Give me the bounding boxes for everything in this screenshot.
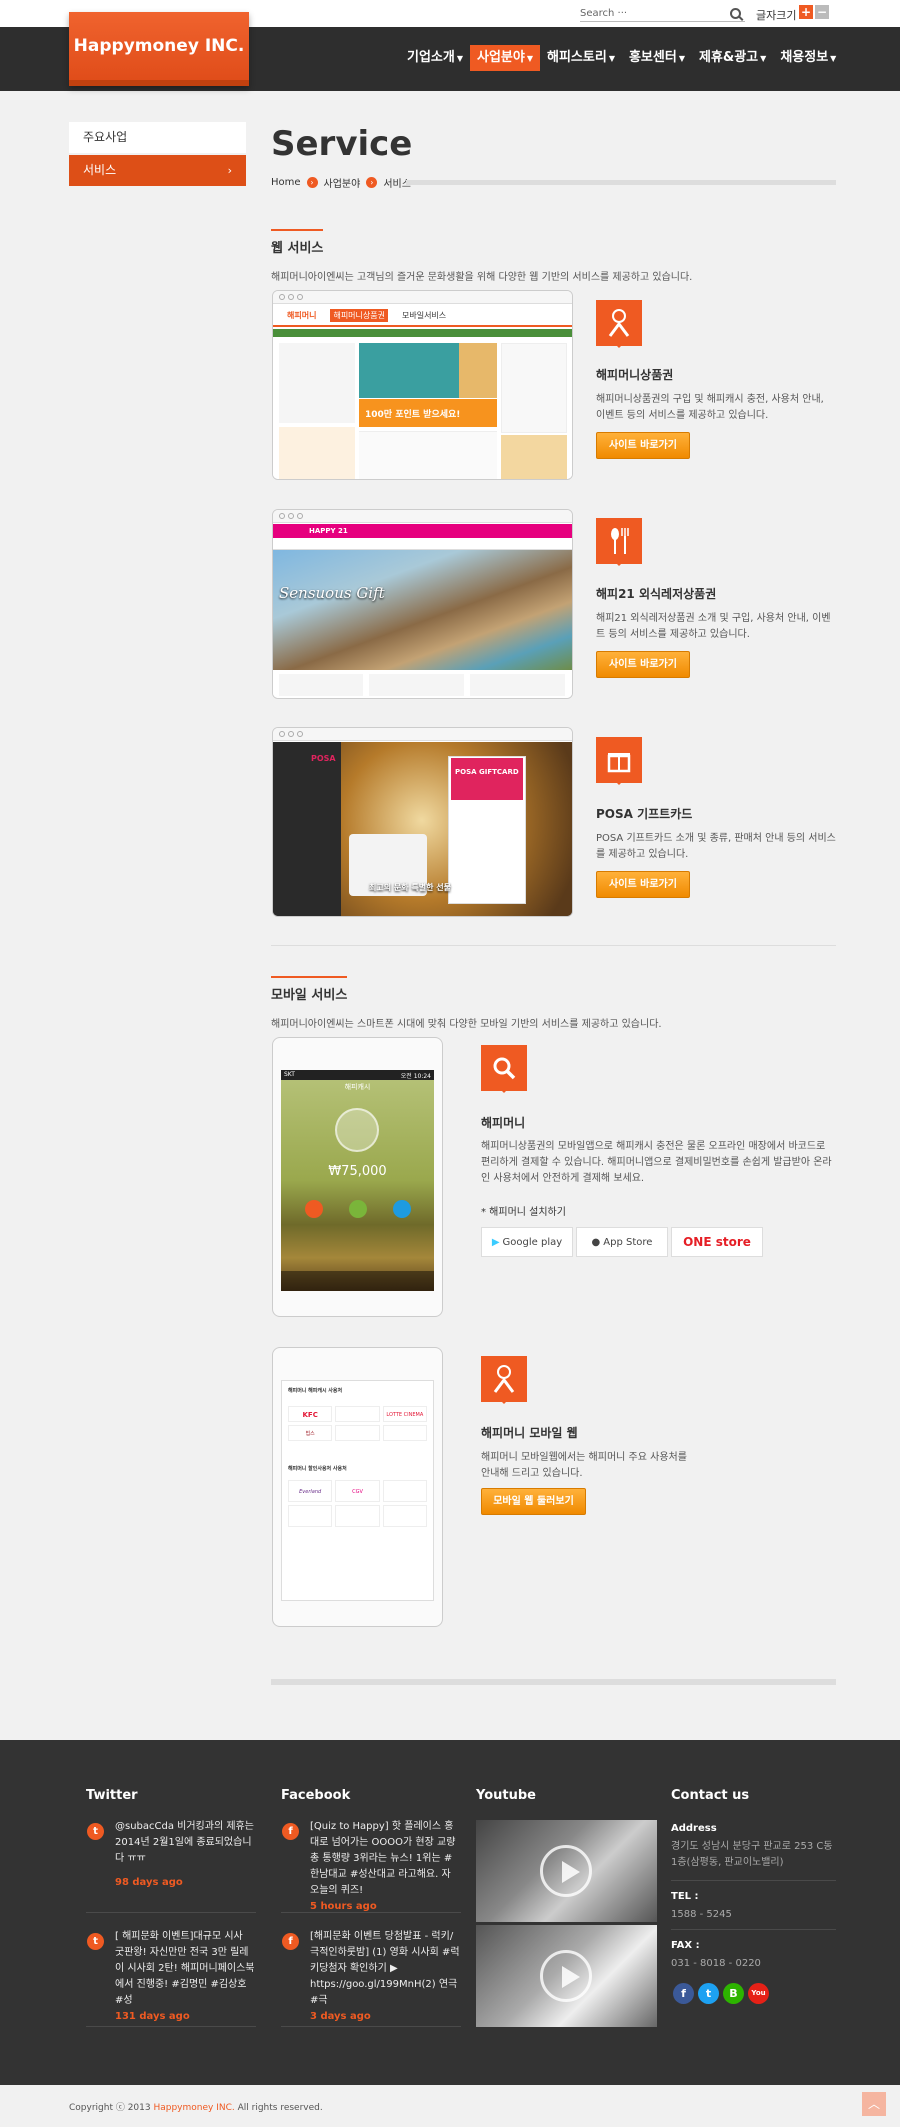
facebook-icon: f <box>282 1933 299 1950</box>
mobile-web-name: 해피머니 모바일 웹 <box>481 1426 578 1440</box>
tweet-item[interactable]: @subacCda 비거킹과의 제휴는 2014년 2월1일에 종료되었습니다 … <box>115 1819 255 1891</box>
breadcrumb-arrow-icon: › <box>306 177 318 188</box>
page-title: Service <box>271 124 413 164</box>
twitter-icon[interactable]: t <box>698 1983 719 2004</box>
chevron-right-icon: › <box>227 164 232 177</box>
happymoney-app-phone: SKT 오전 10:24 해피캐시 ₩75,000 <box>272 1037 443 1317</box>
facebook-post-item[interactable]: [해피문화 이벤트 당첨발표 - 럭키/ 극적인하룻밤] (1) 영화 시사회 … <box>310 1929 460 2025</box>
happymoney-mobile-web-phone: 해피머니 해피캐시 사용처 KFC LOTTE CINEMA 빕스 해피머니 할… <box>272 1347 443 1627</box>
fork-spoon-icon <box>596 518 642 566</box>
main-nav: 기업소개 ▼ 사업분야 ▼ 해피스토리 ▼ 홍보센터 ▼ 제휴&광고 ▼ 채용정보 ▼ <box>400 45 843 71</box>
youtube-video-thumbnail[interactable] <box>476 1925 657 2027</box>
scroll-to-top-button[interactable]: ︿ <box>862 2092 886 2116</box>
nav-item-partnership[interactable]: 제휴&광고 ▼ <box>692 45 773 71</box>
footer-separator <box>86 2026 256 2027</box>
facebook-icon[interactable]: f <box>673 1983 694 2004</box>
search-icon[interactable] <box>730 7 741 19</box>
twitter-heading: Twitter <box>86 1788 138 1803</box>
app-name-happymoney: 해피머니 <box>481 1116 526 1130</box>
footer-separator <box>671 1929 836 1930</box>
sidebar-item-main-business[interactable]: 주요사업 <box>69 122 246 153</box>
logo[interactable]: Happymoney INC. <box>69 12 249 86</box>
apple-icon: ● <box>591 1236 601 1248</box>
happymoney-site-screenshot: 해피머니 해피머니상품권 모바일서비스 100만 포인트 받으세요! <box>272 290 573 480</box>
mobile-web-screen: 해피머니 해피캐시 사용처 KFC LOTTE CINEMA 빕스 해피머니 할… <box>281 1380 434 1601</box>
copyright: Copyright ⓒ 2013 Happymoney INC. All rig… <box>69 2103 323 2113</box>
posa-site-screenshot: POSA POSA GIFTCARD 최고의 문화 특별한 선물 <box>272 727 573 917</box>
visit-site-button-happymoney[interactable]: 사이트 바로가기 <box>596 432 690 459</box>
breadcrumb-home[interactable]: Home <box>271 177 301 188</box>
footer-separator <box>671 1880 836 1881</box>
nav-item-business[interactable]: 사업분야 ▼ <box>470 45 540 71</box>
google-play-badge[interactable]: ▶ Google play <box>481 1227 573 1257</box>
search-placeholder: Search ··· <box>580 7 628 19</box>
app-desc-happymoney: 해피머니상품권의 모바일앱으로 해피캐시 충전은 물론 오프라인 매장에서 바코… <box>481 1141 832 1184</box>
footer-separator <box>281 1912 461 1913</box>
nav-item-pr-center[interactable]: 홍보센터 ▼ <box>622 45 692 71</box>
facebook-post-item[interactable]: [Quiz to Happy] 핫 플레이스 홍대로 넘어가는 OOOO가 현장… <box>310 1819 460 1915</box>
section-divider <box>271 945 836 946</box>
play-icon <box>540 1845 592 1897</box>
breadcrumb-rule <box>406 180 836 185</box>
tel-label: TEL : <box>671 1891 699 1902</box>
web-section-title: 웹 서비스 <box>271 229 324 256</box>
service-desc-happymoney: 해피머니상품권의 구입 및 해피캐시 충전, 사용처 안내, 이벤트 등의 서비… <box>596 394 824 421</box>
app-screen: SKT 오전 10:24 해피캐시 ₩75,000 <box>281 1070 434 1291</box>
address-label: Address <box>671 1823 717 1834</box>
service-name-happymoney: 해피머니상품권 <box>596 368 674 382</box>
nav-item-happystory[interactable]: 해피스토리 ▼ <box>540 45 622 71</box>
address-value: 경기도 성남시 분당구 판교로 253 C동 1층(삼평동, 판교이노밸리) <box>671 1841 833 1868</box>
play-icon <box>540 1950 592 2002</box>
web-section-desc: 해피머니아이엔씨는 고객님의 즐거운 문화생활을 위해 다양한 웹 기반의 서비… <box>271 272 693 283</box>
sidebar-item-service[interactable]: 서비스 › <box>69 155 246 186</box>
search-input[interactable]: Search ··· <box>580 5 745 22</box>
mobile-section-title: 모바일 서비스 <box>271 976 348 1003</box>
twitter-icon: t <box>87 1933 104 1950</box>
content-end-rule <box>271 1679 836 1685</box>
fax-label: FAX : <box>671 1940 700 1951</box>
visit-site-button-posa[interactable]: 사이트 바로가기 <box>596 871 690 898</box>
breadcrumb-business[interactable]: 사업분야 <box>324 175 361 190</box>
youtube-icon[interactable]: You <box>748 1983 769 2004</box>
happy21-site-screenshot: HAPPY 21 Sensuous Gift <box>272 509 573 699</box>
breadcrumb-arrow-icon: › <box>366 177 378 188</box>
breadcrumb: Home › 사업분야 › 서비스 <box>271 175 411 190</box>
tweet-item[interactable]: [ 해피문화 이벤트]대규모 시사 굿판왕! 자신만만 전국 3만 릴레이 시사… <box>115 1929 255 2025</box>
visit-site-button-happy21[interactable]: 사이트 바로가기 <box>596 651 690 678</box>
service-desc-happy21: 해피21 외식레저상품권 소개 및 구입, 사용처 안내, 이벤트 등의 서비스… <box>596 613 831 640</box>
youtube-heading: Youtube <box>476 1788 536 1803</box>
facebook-heading: Facebook <box>281 1788 351 1803</box>
font-decrease-button[interactable]: − <box>815 5 829 19</box>
google-play-icon: ▶ <box>491 1236 500 1248</box>
facebook-icon: f <box>282 1823 299 1840</box>
font-increase-button[interactable]: + <box>799 5 813 19</box>
mobile-web-desc: 해피머니 모바일웹에서는 해피머니 주요 사용처를 안내해 드리고 있습니다. <box>481 1452 687 1479</box>
service-name-happy21: 해피21 외식레저상품권 <box>596 587 717 601</box>
youtube-video-thumbnail[interactable] <box>476 1820 657 1922</box>
contact-heading: Contact us <box>671 1788 750 1803</box>
search-icon <box>481 1045 527 1093</box>
gift-person-icon <box>596 300 642 348</box>
nav-item-company[interactable]: 기업소개 ▼ <box>400 45 470 71</box>
browse-mobile-web-button[interactable]: 모바일 웹 둘러보기 <box>481 1488 586 1515</box>
service-name-posa: POSA 기프트카드 <box>596 807 693 821</box>
app-store-badge[interactable]: ● App Store <box>576 1227 668 1257</box>
nav-item-careers[interactable]: 채용정보 ▼ <box>773 45 843 71</box>
tel-value: 1588 - 5245 <box>671 1909 732 1920</box>
one-store-badge[interactable]: ONE store <box>671 1227 763 1257</box>
blog-icon[interactable]: B <box>723 1983 744 2004</box>
twitter-icon: t <box>87 1823 104 1840</box>
footer-separator <box>86 1912 256 1913</box>
mobile-section-desc: 해피머니아이엔씨는 스마트폰 시대에 맞춰 다양한 모바일 기반의 서비스를 제… <box>271 1019 662 1030</box>
service-desc-posa: POSA 기프트카드 소개 및 종류, 판매처 안내 등의 서비스를 제공하고 … <box>596 833 836 860</box>
gift-box-icon <box>596 737 642 785</box>
fax-value: 031 - 8018 - 0220 <box>671 1958 761 1969</box>
app-install-label: * 해피머니 설치하기 <box>481 1207 566 1218</box>
footer-separator <box>281 2026 461 2027</box>
gift-person-icon <box>481 1356 527 1404</box>
font-size-label: 글자크기 <box>756 9 797 22</box>
